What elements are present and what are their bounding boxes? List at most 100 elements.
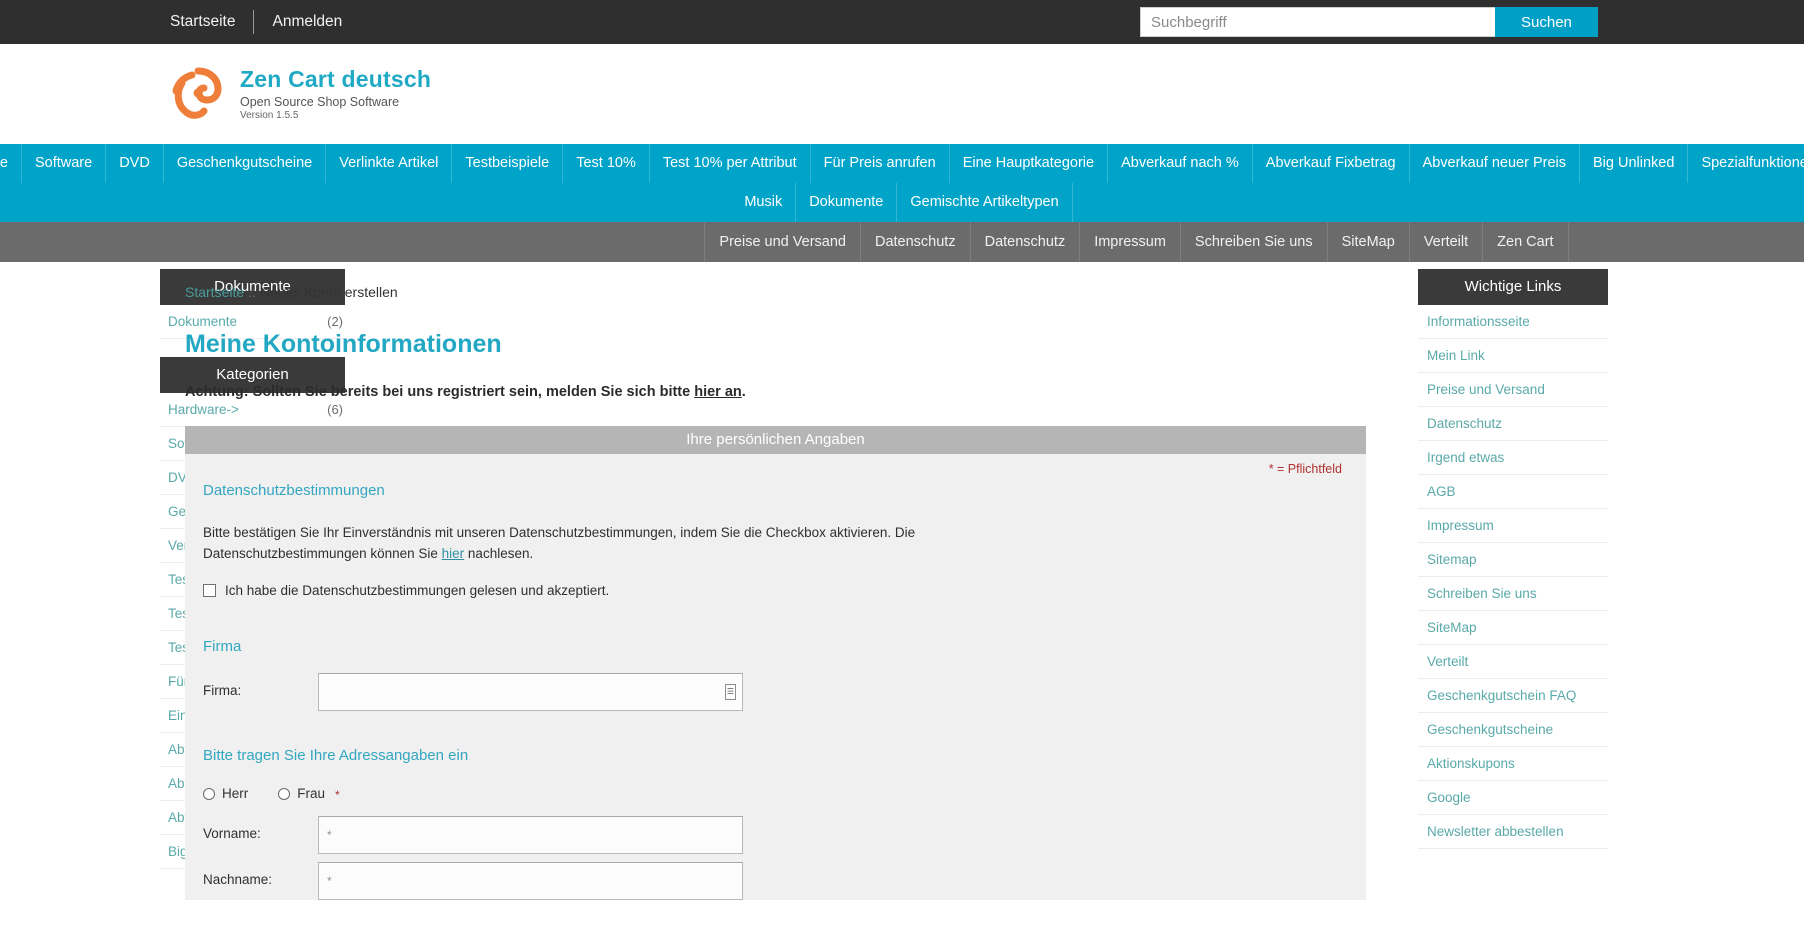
radio-option-herr[interactable]: Herr bbox=[203, 786, 248, 801]
company-input[interactable]: ☰ bbox=[318, 673, 743, 711]
secondary-navigation: Preise und VersandDatenschutzDatenschutz… bbox=[0, 222, 1804, 262]
site-title: Zen Cart deutsch bbox=[240, 66, 431, 92]
lastname-input[interactable]: * bbox=[318, 862, 743, 900]
legend-privacy: Datenschutzbestimmungen bbox=[203, 482, 1348, 499]
secondary-nav-item-0[interactable]: Preise und Versand bbox=[705, 222, 861, 262]
secondary-nav-item-3[interactable]: Impressum bbox=[1080, 222, 1181, 262]
primary-nav-sub-item-2[interactable]: Gemischte Artikeltypen bbox=[897, 183, 1072, 222]
primary-nav-item-0[interactable]: Hardware bbox=[0, 144, 22, 183]
breadcrumb: Startseite::Neues Konto erstellen bbox=[185, 262, 1366, 300]
radio-frau-icon[interactable] bbox=[278, 788, 290, 800]
important-link-item-6[interactable]: Impressum bbox=[1418, 509, 1608, 543]
logo-text-block: Zen Cart deutsch Open Source Shop Softwa… bbox=[240, 66, 431, 122]
right-column: Wichtige Links InformationsseiteMein Lin… bbox=[1380, 262, 1804, 942]
breadcrumb-current: Neues Konto erstellen bbox=[260, 284, 398, 300]
important-link-item-7[interactable]: Sitemap bbox=[1418, 543, 1608, 577]
legend-company: Firma bbox=[203, 638, 1348, 655]
page-title: Meine Kontoinformationen bbox=[185, 330, 1366, 359]
top-link-startseite[interactable]: Startseite bbox=[170, 9, 253, 35]
search-button[interactable]: Suchen bbox=[1495, 7, 1598, 37]
search-input[interactable] bbox=[1140, 7, 1495, 37]
primary-navigation: HardwareSoftwareDVDGeschenkgutscheineVer… bbox=[0, 144, 1804, 222]
important-link-item-13[interactable]: Aktionskupons bbox=[1418, 747, 1608, 781]
important-link-item-2[interactable]: Preise und Versand bbox=[1418, 373, 1608, 407]
important-links-list: InformationsseiteMein LinkPreise und Ver… bbox=[1418, 305, 1608, 849]
site-version: Version 1.5.5 bbox=[240, 110, 431, 122]
primary-nav-row-1: HardwareSoftwareDVDGeschenkgutscheineVer… bbox=[0, 144, 1783, 183]
privacy-checkbox-label: Ich habe die Datenschutzbestimmungen gel… bbox=[225, 583, 609, 598]
main-content: Startseite::Neues Konto erstellen Meine … bbox=[185, 262, 1380, 900]
important-link-item-15[interactable]: Newsletter abbestellen bbox=[1418, 815, 1608, 849]
important-link-item-3[interactable]: Datenschutz bbox=[1418, 407, 1608, 441]
radio-herr-icon[interactable] bbox=[203, 788, 215, 800]
secondary-nav-item-1[interactable]: Datenschutz bbox=[861, 222, 971, 262]
important-link-item-12[interactable]: Geschenkgutscheine bbox=[1418, 713, 1608, 747]
secondary-nav-item-6[interactable]: Verteilt bbox=[1410, 222, 1483, 262]
primary-nav-item-6[interactable]: Test 10% bbox=[563, 144, 650, 183]
primary-nav-item-11[interactable]: Abverkauf Fixbetrag bbox=[1253, 144, 1410, 183]
primary-nav-sub-item-1[interactable]: Dokumente bbox=[796, 183, 897, 222]
important-link-item-4[interactable]: Irgend etwas bbox=[1418, 441, 1608, 475]
top-nav-links: Startseite Anmelden bbox=[170, 9, 360, 35]
breadcrumb-separator: :: bbox=[248, 284, 256, 300]
important-link-item-14[interactable]: Google bbox=[1418, 781, 1608, 815]
important-link-item-9[interactable]: SiteMap bbox=[1418, 611, 1608, 645]
primary-nav-item-1[interactable]: Software bbox=[22, 144, 106, 183]
primary-nav-item-5[interactable]: Testbeispiele bbox=[452, 144, 563, 183]
primary-nav-item-2[interactable]: DVD bbox=[106, 144, 164, 183]
privacy-link[interactable]: hier bbox=[442, 546, 465, 561]
primary-nav-item-3[interactable]: Geschenkgutscheine bbox=[164, 144, 326, 183]
primary-nav-item-12[interactable]: Abverkauf neuer Preis bbox=[1410, 144, 1580, 183]
company-field-row: Firma: ☰ bbox=[203, 673, 1348, 711]
primary-nav-item-13[interactable]: Big Unlinked bbox=[1580, 144, 1688, 183]
firstname-field-row: Vorname: * bbox=[203, 816, 1348, 854]
radio-option-frau[interactable]: Frau bbox=[278, 786, 325, 801]
lastname-field-row: Nachname: * bbox=[203, 862, 1348, 900]
privacy-checkbox[interactable] bbox=[203, 584, 216, 597]
required-field-note: * = Pflichtfeld bbox=[1269, 462, 1342, 476]
secondary-nav-item-2[interactable]: Datenschutz bbox=[971, 222, 1081, 262]
page-body: Dokumente Dokumente(2) Kategorien Hardwa… bbox=[0, 262, 1804, 942]
privacy-checkbox-row[interactable]: Ich habe die Datenschutzbestimmungen gel… bbox=[203, 583, 1348, 598]
firstname-input-value: * bbox=[327, 828, 332, 842]
important-link-item-10[interactable]: Verteilt bbox=[1418, 645, 1608, 679]
sidebar-header-important-links: Wichtige Links bbox=[1418, 269, 1608, 305]
primary-nav-item-14[interactable]: Spezialfunktionen bbox=[1688, 144, 1804, 183]
login-notice-text: Achtung: Sollten Sie bereits bei uns reg… bbox=[185, 384, 694, 400]
login-notice-link[interactable]: hier an bbox=[694, 384, 742, 400]
primary-nav-item-9[interactable]: Eine Hauptkategorie bbox=[950, 144, 1108, 183]
radio-herr-label: Herr bbox=[222, 786, 248, 801]
login-notice: Achtung: Sollten Sie bereits bei uns reg… bbox=[185, 384, 1366, 400]
radio-frau-label: Frau bbox=[297, 786, 325, 801]
important-link-item-0[interactable]: Informationsseite bbox=[1418, 305, 1608, 339]
primary-nav-sub-item-0[interactable]: Musik bbox=[731, 183, 796, 222]
secondary-nav-item-7[interactable]: Zen Cart bbox=[1483, 222, 1568, 262]
input-resize-icon[interactable]: ☰ bbox=[725, 684, 736, 700]
privacy-text-a: Bitte bestätigen Sie Ihr Einverständnis … bbox=[203, 525, 915, 561]
important-link-item-1[interactable]: Mein Link bbox=[1418, 339, 1608, 373]
top-link-anmelden[interactable]: Anmelden bbox=[254, 9, 360, 35]
firstname-input[interactable]: * bbox=[318, 816, 743, 854]
breadcrumb-home[interactable]: Startseite bbox=[185, 284, 244, 300]
secondary-nav-item-4[interactable]: Schreiben Sie uns bbox=[1181, 222, 1328, 262]
left-column: Dokumente Dokumente(2) Kategorien Hardwa… bbox=[0, 262, 185, 942]
top-utility-bar: Startseite Anmelden Suchen bbox=[0, 0, 1804, 44]
privacy-description: Bitte bestätigen Sie Ihr Einverständnis … bbox=[203, 523, 1023, 565]
primary-nav-item-7[interactable]: Test 10% per Attribut bbox=[650, 144, 811, 183]
secondary-nav-item-5[interactable]: SiteMap bbox=[1328, 222, 1410, 262]
site-header: Zen Cart deutsch Open Source Shop Softwa… bbox=[0, 44, 1804, 144]
important-link-item-11[interactable]: Geschenkgutschein FAQ bbox=[1418, 679, 1608, 713]
right-sidebar: Wichtige Links InformationsseiteMein Lin… bbox=[1418, 269, 1608, 849]
primary-nav-item-10[interactable]: Abverkauf nach % bbox=[1108, 144, 1253, 183]
secondary-nav-spacer bbox=[235, 222, 705, 262]
primary-nav-item-8[interactable]: Für Preis anrufen bbox=[811, 144, 950, 183]
zen-cart-logo-icon[interactable] bbox=[168, 65, 226, 123]
important-link-item-8[interactable]: Schreiben Sie uns bbox=[1418, 577, 1608, 611]
primary-nav-item-4[interactable]: Verlinkte Artikel bbox=[326, 144, 452, 183]
login-notice-suffix: . bbox=[742, 384, 746, 400]
gender-radio-group: Herr Frau * bbox=[203, 786, 1348, 802]
gender-required-star: * bbox=[335, 788, 340, 802]
registration-form: * = Pflichtfeld Datenschutzbestimmungen … bbox=[185, 454, 1366, 900]
important-link-item-5[interactable]: AGB bbox=[1418, 475, 1608, 509]
privacy-text-b: nachlesen. bbox=[464, 546, 533, 561]
